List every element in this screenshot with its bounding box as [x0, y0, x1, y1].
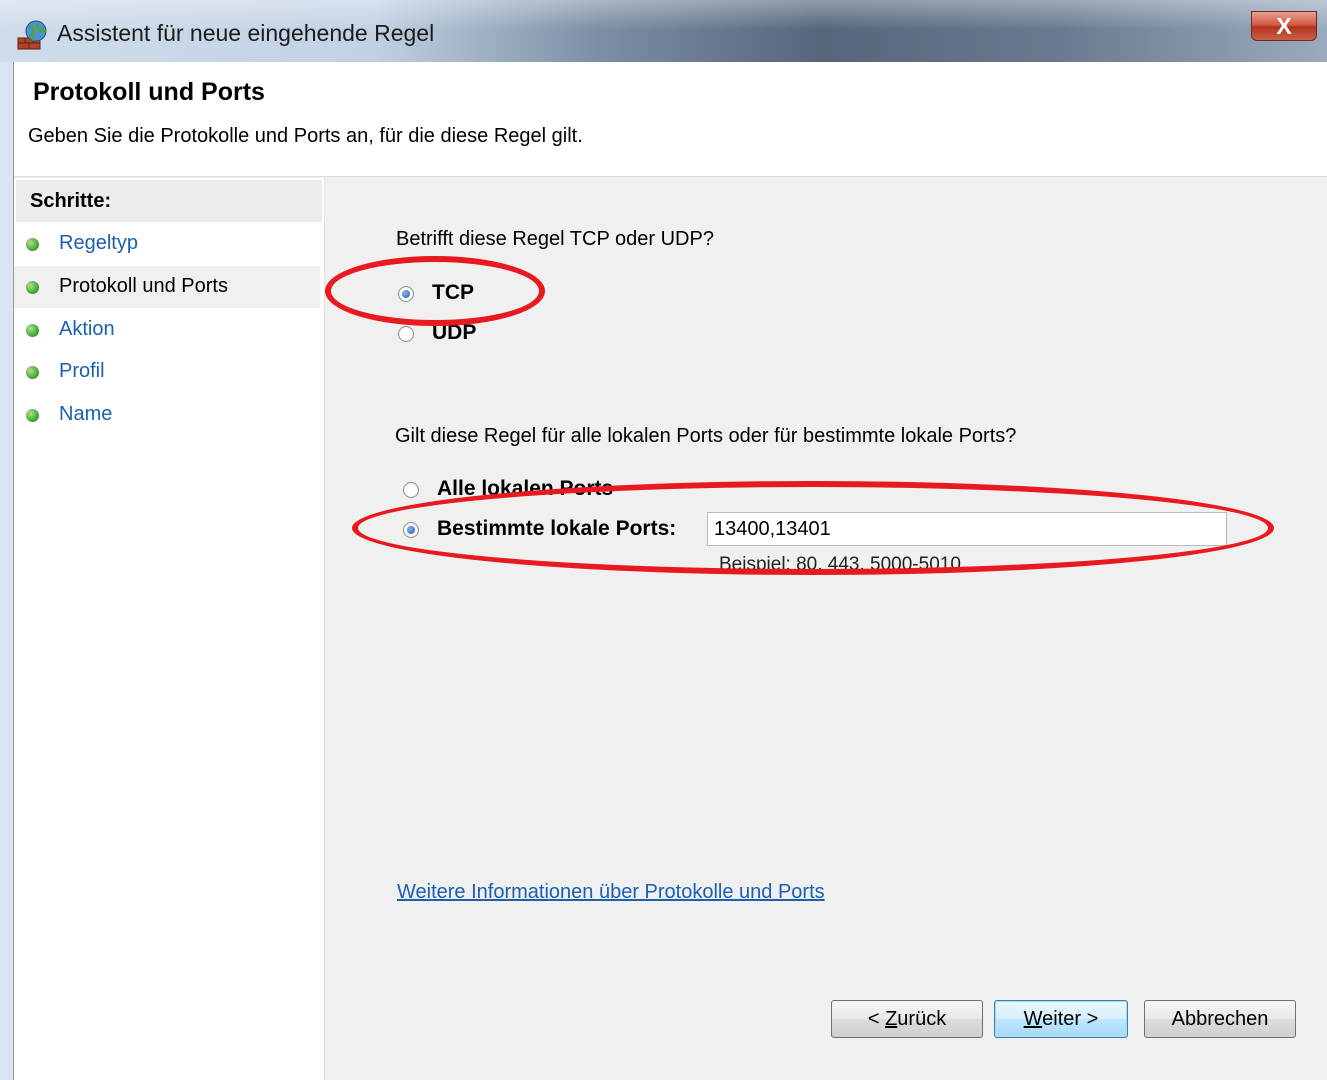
wizard-window: Assistent für neue eingehende Regel X Pr…: [0, 0, 1327, 1080]
green-dot-icon: [26, 281, 39, 294]
step-item-aktion[interactable]: Aktion: [14, 309, 320, 351]
protocol-question: Betrifft diese Regel TCP oder UDP?: [396, 228, 714, 250]
udp-radio[interactable]: [398, 326, 414, 342]
ports-input[interactable]: [707, 512, 1227, 546]
next-button[interactable]: Weiter >: [994, 1000, 1128, 1038]
specific-ports-radio[interactable]: [403, 522, 419, 538]
next-button-rest: eiter >: [1042, 1008, 1099, 1030]
tcp-radio[interactable]: [398, 286, 414, 302]
step-label: Regeltyp: [59, 232, 138, 254]
green-dot-icon: [26, 409, 39, 422]
step-item-profil[interactable]: Profil: [14, 351, 320, 393]
step-item-protokoll-und-ports[interactable]: Protokoll und Ports: [14, 266, 320, 308]
wizard-header: Protokoll und Ports Geben Sie die Protok…: [14, 62, 1327, 177]
udp-label[interactable]: UDP: [432, 321, 476, 345]
step-label: Protokoll und Ports: [59, 275, 228, 297]
page-subtitle: Geben Sie die Protokolle und Ports an, f…: [28, 125, 583, 147]
step-item-regeltyp[interactable]: Regeltyp: [14, 223, 320, 265]
wizard-client-area: Protokoll und Ports Geben Sie die Protok…: [13, 62, 1327, 1080]
green-dot-icon: [26, 238, 39, 251]
step-label: Aktion: [59, 318, 115, 340]
all-ports-radio[interactable]: [403, 482, 419, 498]
content-panel: Betrifft diese Regel TCP oder UDP? TCP U…: [329, 178, 1327, 1080]
cancel-button[interactable]: Abbrechen: [1144, 1000, 1296, 1038]
back-button-accel: Z: [885, 1008, 898, 1030]
specific-ports-label[interactable]: Bestimmte lokale Ports:: [437, 517, 676, 541]
tcp-label[interactable]: TCP: [432, 281, 474, 305]
steps-heading: Schritte:: [16, 180, 322, 222]
back-button-rest: urück: [897, 1008, 947, 1030]
next-button-accel: W: [1023, 1008, 1043, 1030]
green-dot-icon: [26, 324, 39, 337]
close-button[interactable]: X: [1251, 11, 1317, 41]
step-label: Name: [59, 403, 113, 425]
green-dot-icon: [26, 366, 39, 379]
firewall-globe-icon: [17, 20, 47, 50]
back-button[interactable]: < Zurück: [831, 1000, 983, 1038]
title-bar[interactable]: Assistent für neue eingehende Regel X: [0, 0, 1327, 62]
step-item-name[interactable]: Name: [14, 394, 320, 436]
step-label: Profil: [59, 360, 105, 382]
steps-panel: Schritte: Regeltyp Protokoll und Ports A…: [14, 178, 325, 1080]
ports-question: Gilt diese Regel für alle lokalen Ports …: [395, 425, 1017, 447]
page-title: Protokoll und Ports: [33, 78, 265, 106]
ports-example: Beispiel: 80, 443, 5000-5010: [719, 554, 961, 575]
all-ports-label[interactable]: Alle lokalen Ports: [437, 477, 613, 501]
window-title: Assistent für neue eingehende Regel: [57, 20, 435, 46]
more-info-link[interactable]: Weitere Informationen über Protokolle un…: [397, 881, 825, 904]
back-button-prefix: <: [867, 1008, 886, 1030]
